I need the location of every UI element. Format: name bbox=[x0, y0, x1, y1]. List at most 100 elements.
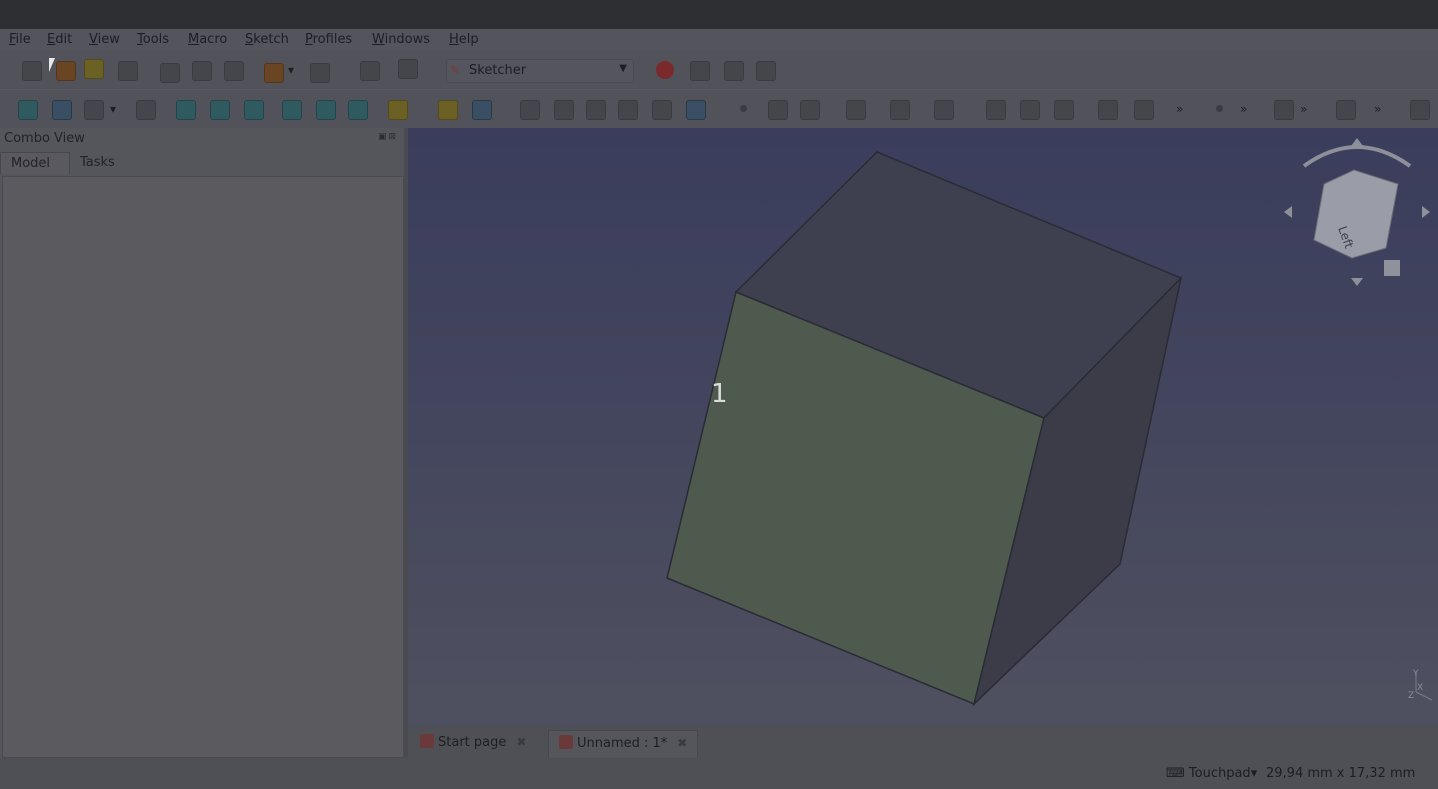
select-conflicting-icon[interactable] bbox=[1410, 100, 1430, 120]
isometric-view-icon[interactable] bbox=[136, 100, 156, 120]
mouse-cursor-icon bbox=[49, 58, 55, 72]
tab-unnamed[interactable]: Unnamed : 1* ✖ bbox=[548, 730, 699, 759]
conic-icon[interactable] bbox=[890, 100, 910, 120]
view-menu-icon bbox=[1384, 260, 1400, 276]
toolbar-overflow-icon[interactable]: » bbox=[1300, 102, 1307, 116]
macro-execute-icon[interactable] bbox=[756, 61, 776, 81]
bottom-view-icon[interactable] bbox=[316, 100, 336, 120]
macros-icon[interactable] bbox=[690, 61, 710, 81]
toolbar-overflow-icon[interactable]: » bbox=[1240, 102, 1247, 116]
cut-icon[interactable] bbox=[160, 63, 180, 83]
tab-tasks[interactable]: Tasks bbox=[80, 155, 115, 170]
bspline-icon[interactable] bbox=[934, 100, 954, 120]
combo-view-tabs: Model Tasks bbox=[0, 150, 404, 176]
nav-arrow-down-icon bbox=[1351, 278, 1363, 286]
draw-style-icon[interactable] bbox=[84, 100, 104, 120]
menu-tools[interactable]: Tools bbox=[137, 32, 169, 47]
new-sketch-icon[interactable] bbox=[520, 100, 540, 120]
left-view-icon[interactable] bbox=[348, 100, 368, 120]
measure-distance-icon[interactable] bbox=[388, 100, 408, 120]
chevron-down-icon: ▼ bbox=[619, 63, 627, 74]
fillet-icon[interactable] bbox=[1134, 100, 1154, 120]
combo-view-panel: Combo View ▣⊠ Model Tasks bbox=[0, 128, 404, 758]
close-icon[interactable]: ✖ bbox=[677, 736, 687, 750]
view-dimensions: 29,94 mm x 17,32 mm bbox=[1266, 766, 1416, 781]
menu-profiles[interactable]: Profiles bbox=[305, 32, 352, 47]
constrain-symmetric-icon[interactable] bbox=[1274, 100, 1294, 120]
front-view-icon[interactable] bbox=[176, 100, 196, 120]
new-document-icon[interactable] bbox=[22, 61, 42, 81]
menu-bar: File Edit View Tools Macro Sketch Profil… bbox=[0, 29, 1438, 51]
arc-icon[interactable] bbox=[800, 100, 820, 120]
svg-text:Z: Z bbox=[1408, 691, 1414, 701]
model-tree[interactable] bbox=[2, 176, 404, 758]
freecad-icon bbox=[559, 735, 573, 749]
paste-icon[interactable] bbox=[224, 61, 244, 81]
menu-macro[interactable]: Macro bbox=[188, 32, 227, 47]
close-icon[interactable]: ✖ bbox=[516, 735, 526, 749]
toolbar-overflow-icon[interactable]: » bbox=[1176, 102, 1183, 116]
annotation-label: 1 bbox=[711, 379, 728, 409]
undo-dropdown-icon[interactable]: ▾ bbox=[288, 63, 294, 77]
rear-view-icon[interactable] bbox=[282, 100, 302, 120]
main-toolbar: ▾ bbox=[0, 51, 1438, 89]
rotate-arc-icon bbox=[1302, 145, 1412, 168]
draw-style-dropdown-icon[interactable]: ▾ bbox=[110, 102, 116, 116]
view-sketch-icon[interactable] bbox=[586, 100, 606, 120]
right-view-icon[interactable] bbox=[244, 100, 264, 120]
combo-view-title: Combo View bbox=[4, 131, 85, 146]
macro-edit-icon[interactable] bbox=[724, 61, 744, 81]
workbench-selector[interactable]: ✎ Sketcher ▼ bbox=[446, 59, 634, 83]
nav-arrow-up-icon bbox=[1351, 138, 1363, 146]
refresh-icon[interactable] bbox=[360, 61, 380, 81]
status-bar: ⌨ Touchpad▾ 29,94 mm x 17,32 mm bbox=[0, 758, 1438, 789]
menu-view[interactable]: View bbox=[89, 32, 120, 47]
open-document-icon[interactable] bbox=[56, 61, 76, 81]
validate-sketch-icon[interactable] bbox=[686, 100, 706, 120]
axis-cross: Y X Z bbox=[1406, 668, 1436, 708]
point-icon[interactable] bbox=[740, 105, 747, 112]
redo-icon[interactable] bbox=[310, 63, 330, 83]
reorient-sketch-icon[interactable] bbox=[652, 100, 672, 120]
polyline-icon[interactable] bbox=[986, 100, 1006, 120]
line-icon[interactable] bbox=[768, 100, 788, 120]
navigation-style-button[interactable]: ⌨ Touchpad▾ bbox=[1166, 766, 1257, 781]
document-tabs: Start page ✖ Unnamed : 1* ✖ bbox=[408, 726, 1438, 759]
create-part-icon[interactable] bbox=[438, 100, 458, 120]
top-view-icon[interactable] bbox=[210, 100, 230, 120]
slot-icon[interactable] bbox=[1098, 100, 1118, 120]
whats-this-icon[interactable] bbox=[398, 59, 418, 79]
dock-buttons-icon[interactable]: ▣⊠ bbox=[378, 132, 398, 142]
menu-file[interactable]: File bbox=[9, 32, 31, 47]
nav-arrow-right-icon bbox=[1422, 206, 1430, 218]
map-sketch-icon[interactable] bbox=[618, 100, 638, 120]
svg-text:X: X bbox=[1417, 683, 1423, 693]
print-icon[interactable] bbox=[118, 61, 138, 81]
menu-help[interactable]: Help bbox=[449, 32, 479, 47]
svg-text:Y: Y bbox=[1412, 669, 1419, 679]
circle-icon[interactable] bbox=[846, 100, 866, 120]
copy-icon[interactable] bbox=[192, 61, 212, 81]
create-group-icon[interactable] bbox=[472, 100, 492, 120]
polygon-icon[interactable] bbox=[1054, 100, 1074, 120]
macro-record-icon[interactable] bbox=[656, 61, 674, 79]
fit-selection-icon[interactable] bbox=[52, 100, 72, 120]
undo-icon[interactable] bbox=[264, 63, 284, 83]
sketcher-icon: ✎ bbox=[450, 63, 461, 77]
toolbar-overflow-icon[interactable]: » bbox=[1374, 102, 1381, 116]
window-title-bar bbox=[0, 0, 1438, 29]
fit-all-icon[interactable] bbox=[18, 100, 38, 120]
menu-edit[interactable]: Edit bbox=[47, 32, 72, 47]
rectangle-icon[interactable] bbox=[1020, 100, 1040, 120]
menu-windows[interactable]: Windows bbox=[372, 32, 430, 47]
navigation-cube[interactable]: Left bbox=[1282, 136, 1432, 286]
leave-sketch-icon[interactable] bbox=[554, 100, 574, 120]
constrain-coincident-icon[interactable] bbox=[1216, 105, 1223, 112]
save-document-icon[interactable] bbox=[84, 59, 104, 79]
nav-arrow-left-icon bbox=[1284, 206, 1292, 218]
tab-start-page[interactable]: Start page ✖ bbox=[420, 730, 526, 758]
menu-sketch[interactable]: Sketch bbox=[245, 32, 289, 47]
toggle-construction-icon[interactable] bbox=[1336, 100, 1356, 120]
freecad-icon bbox=[420, 734, 434, 748]
tab-model[interactable]: Model bbox=[0, 152, 70, 174]
